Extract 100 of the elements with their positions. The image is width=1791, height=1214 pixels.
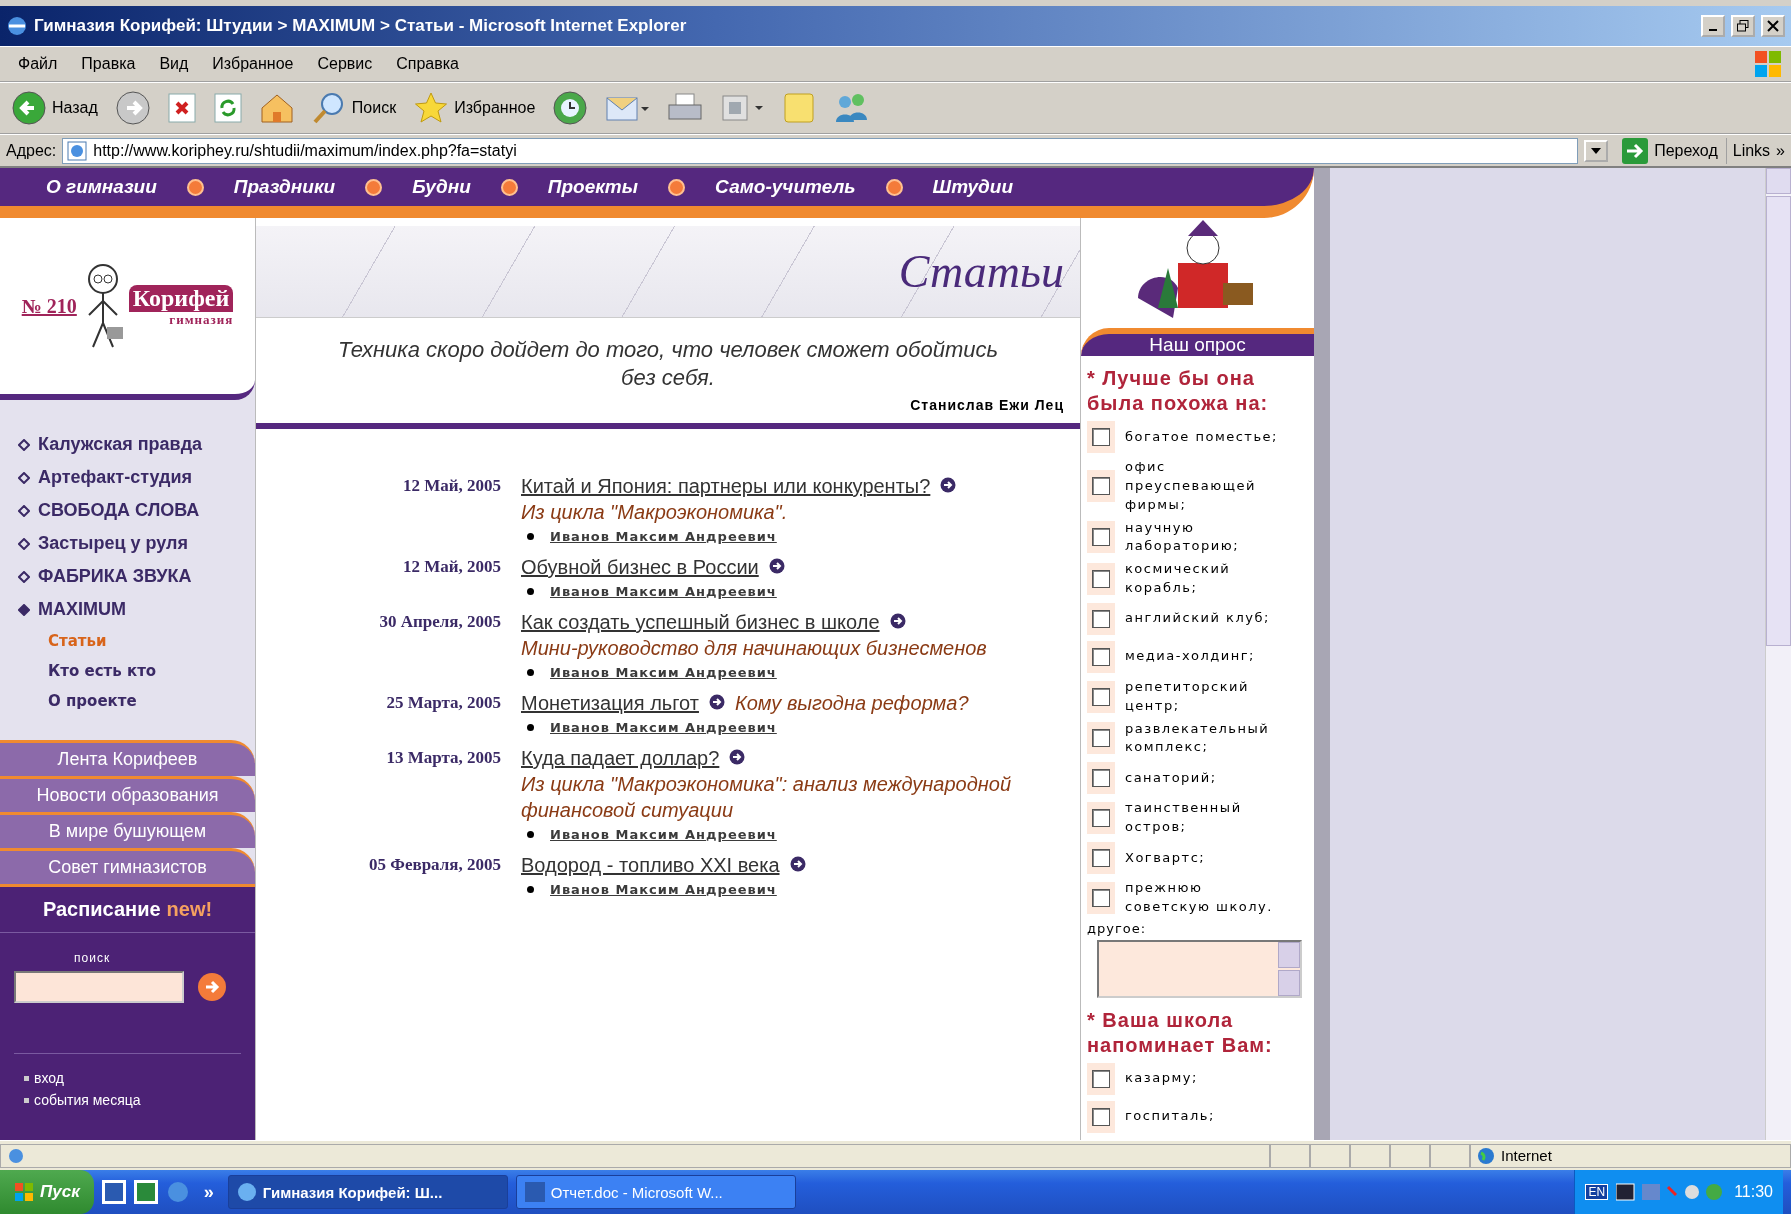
checkbox[interactable] <box>1092 687 1110 706</box>
arrow-circle-icon <box>708 694 725 710</box>
author-link[interactable]: Иванов Максим Андреевич <box>550 882 777 897</box>
scrollbar[interactable] <box>1765 168 1791 1140</box>
option-label: космический корабль; <box>1125 560 1232 598</box>
more-chevron[interactable]: » <box>1776 141 1785 160</box>
dropdown-button[interactable] <box>1584 139 1609 162</box>
option-label: таинственный остров; <box>1125 799 1243 837</box>
article-link[interactable]: Как создать успешный бизнес в школе <box>521 609 880 635</box>
diamond-icon <box>18 471 30 484</box>
nav-link[interactable]: Штудии <box>932 176 1014 198</box>
caret-icon <box>1591 147 1602 154</box>
quote-text: Техника скоро дойдет до того, что человек сможет обойтись без себя. <box>336 336 1000 391</box>
taskbar-button[interactable]: Гимназия Корифей: Ш... <box>227 1175 508 1209</box>
option-label: санаторий; <box>1125 768 1217 787</box>
option-label: репетиторский центр; <box>1125 677 1250 715</box>
checkbox[interactable] <box>1092 848 1110 867</box>
checkbox[interactable] <box>1092 647 1110 666</box>
excel-icon[interactable] <box>133 1180 158 1204</box>
sidebar-subitem[interactable]: О проекте <box>18 692 255 710</box>
article-date: 13 Марта, 2005 <box>385 747 501 769</box>
sidebar-tab[interactable]: Новости образования <box>0 776 255 812</box>
sidebar-item[interactable]: ФАБРИКА ЗВУКА <box>18 566 255 587</box>
minimize-button[interactable] <box>1701 15 1725 37</box>
search-button[interactable] <box>198 973 226 1001</box>
checkbox[interactable] <box>1092 570 1110 589</box>
arrow-circle-icon <box>789 856 806 872</box>
back-button[interactable]: Назад <box>8 89 102 127</box>
nav-link[interactable]: Будни <box>412 176 471 198</box>
search-button[interactable]: Поиск <box>307 89 401 127</box>
checkbox[interactable] <box>1092 609 1110 628</box>
start-button[interactable]: Пуск <box>0 1170 94 1214</box>
article-date: 25 Марта, 2005 <box>385 692 501 714</box>
favorites-button[interactable]: Избранное <box>410 89 540 127</box>
checkbox[interactable] <box>1092 888 1110 907</box>
search-field[interactable] <box>14 971 184 1003</box>
sidebar-subitem[interactable]: Кто есть кто <box>18 662 255 680</box>
menu-item[interactable]: Файл <box>8 51 68 77</box>
checkbox[interactable] <box>1092 809 1110 828</box>
option-label: Хогвартс; <box>1125 848 1206 867</box>
go-button[interactable]: Переход <box>1614 137 1727 164</box>
checkbox[interactable] <box>1092 769 1110 788</box>
logo-title: Корифей <box>128 284 234 312</box>
arrow-circle-icon <box>889 613 906 629</box>
checkbox[interactable] <box>1092 428 1110 446</box>
checkbox[interactable] <box>1092 729 1110 748</box>
more-chevron[interactable]: » <box>197 1180 220 1204</box>
arrow-right-icon <box>204 979 220 995</box>
sidebar-item[interactable]: Калужская правда <box>18 434 255 455</box>
other-field[interactable] <box>1097 939 1302 998</box>
sidebar-tab[interactable]: Совет гимназистов <box>0 848 255 884</box>
sidebar-link[interactable]: события месяца <box>24 1092 241 1108</box>
author-link[interactable]: Иванов Максим Андреевич <box>550 827 777 842</box>
option-label: богатое поместье; <box>1125 427 1278 446</box>
nav-link[interactable]: О гимназии <box>46 176 157 198</box>
nav-link[interactable]: Само-учитель <box>715 176 856 198</box>
language-indicator[interactable]: EN <box>1585 1184 1609 1200</box>
author-link[interactable]: Иванов Максим Андреевич <box>550 720 777 735</box>
checkbox[interactable] <box>1092 528 1110 547</box>
menu-item[interactable]: Вид <box>149 51 199 77</box>
sidebar-item[interactable]: Артефакт-студия <box>18 467 255 488</box>
nav-link[interactable]: Проекты <box>547 176 638 198</box>
status-pane <box>1310 1143 1350 1168</box>
sidebar-item[interactable]: Застырец у руля <box>18 533 255 554</box>
article-link[interactable]: Монетизация льгот <box>521 690 699 716</box>
checkbox[interactable] <box>1092 1069 1110 1088</box>
sidebar-tab[interactable]: Лента Корифеев <box>0 740 255 776</box>
checkbox[interactable] <box>1092 477 1110 496</box>
author-link[interactable]: Иванов Максим Андреевич <box>550 584 777 599</box>
status-pane <box>1350 1143 1390 1168</box>
taskbar-button[interactable]: Отчет.doc - Microsoft W... <box>515 1175 796 1209</box>
page-icon <box>67 140 88 161</box>
checkbox[interactable] <box>1092 1107 1110 1126</box>
restore-button[interactable] <box>1731 15 1755 37</box>
author-link[interactable]: Иванов Максим Андреевич <box>550 529 777 544</box>
menu-item[interactable]: Справка <box>386 51 469 77</box>
sidebar-tab[interactable]: В мире бушующем <box>0 812 255 848</box>
sidebar-item[interactable]: СВОБОДА СЛОВА <box>18 500 255 521</box>
article-link[interactable]: Куда падает доллар? <box>521 745 720 771</box>
dot-icon <box>365 178 383 196</box>
schedule-link[interactable]: Расписание new! <box>0 884 255 932</box>
word-icon[interactable] <box>101 1180 126 1204</box>
nav-link[interactable]: Праздники <box>233 176 336 198</box>
dot-icon <box>186 178 204 196</box>
links-label[interactable]: Links <box>1732 141 1771 160</box>
author-link[interactable]: Иванов Максим Андреевич <box>550 665 777 680</box>
article-link[interactable]: Китай и Япония: партнеры или конкуренты? <box>521 473 931 499</box>
option-label: прежнюю советскую школу. <box>1125 878 1274 916</box>
address-field[interactable]: http://www.koriphey.ru/shtudii/maximum/index.php?fa=statyi <box>62 137 1579 164</box>
menu-item[interactable]: Избранное <box>202 51 304 77</box>
article-link[interactable]: Обувной бизнес в России <box>521 554 759 580</box>
sidebar-link[interactable]: вход <box>24 1070 241 1086</box>
close-button[interactable] <box>1761 15 1785 37</box>
article-link[interactable]: Водород - топливо XXI века <box>521 852 780 878</box>
menu-item[interactable]: Правка <box>71 51 146 77</box>
menu-item[interactable]: Сервис <box>307 51 383 77</box>
home-icon <box>259 92 294 124</box>
sidebar-item[interactable]: MAXIMUM <box>18 599 255 620</box>
search-label: поиск <box>73 951 112 965</box>
page-icon <box>7 1146 25 1165</box>
